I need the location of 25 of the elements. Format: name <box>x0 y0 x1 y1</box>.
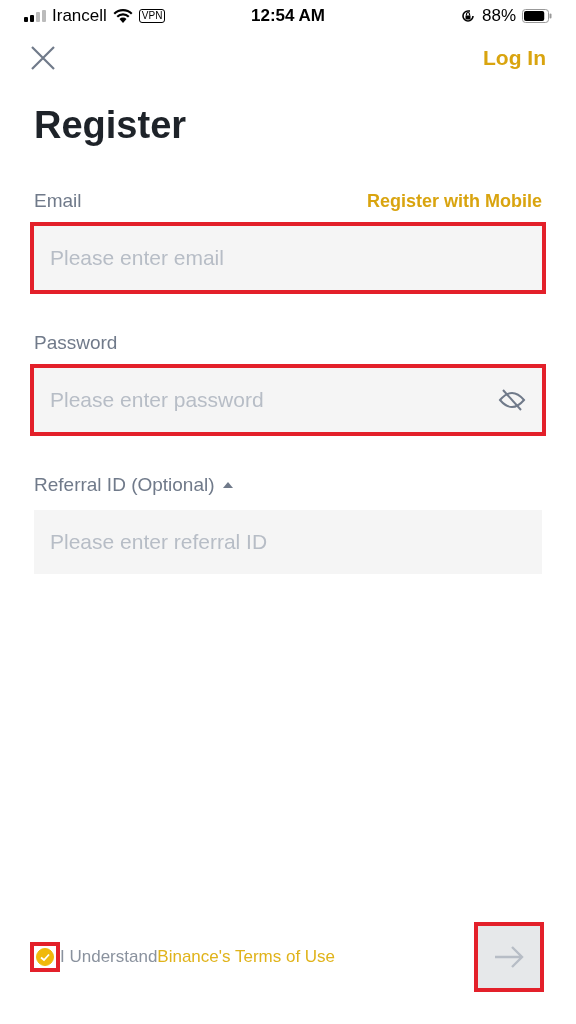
terms-text: I Understand <box>60 946 158 969</box>
close-icon <box>30 45 56 71</box>
field-label: Email <box>34 188 82 213</box>
checkbox[interactable] <box>36 948 54 966</box>
input-field[interactable]: Please enter password <box>34 368 542 432</box>
mobile-register-link[interactable]: Register with Mobile <box>366 187 542 215</box>
page-title: Register <box>33 103 188 148</box>
rotation-lock-icon <box>459 8 476 24</box>
status-time: 12:54 AM <box>251 5 325 28</box>
field-label: Password <box>34 330 118 355</box>
input-field[interactable]: Please enter referral ID <box>34 510 542 574</box>
hidden-eye-icon[interactable] <box>498 388 526 412</box>
battery-icon <box>522 9 552 23</box>
carrier-name: Irancell <box>52 5 107 28</box>
vpn-badge: VPN <box>138 9 166 23</box>
field-label: Referral ID (Optional) <box>34 472 215 497</box>
caret-icon[interactable] <box>222 482 233 488</box>
signal-icon <box>24 10 46 22</box>
input-field[interactable]: Please enter email <box>34 226 542 290</box>
battery-percent: 88% <box>481 5 516 28</box>
wifi-icon <box>112 9 133 23</box>
arrow-right-icon <box>493 945 525 969</box>
close-button[interactable] <box>30 45 56 71</box>
terms-link[interactable]: Binance's Terms of Use <box>157 944 336 970</box>
login-link[interactable]: Log In <box>483 42 546 74</box>
